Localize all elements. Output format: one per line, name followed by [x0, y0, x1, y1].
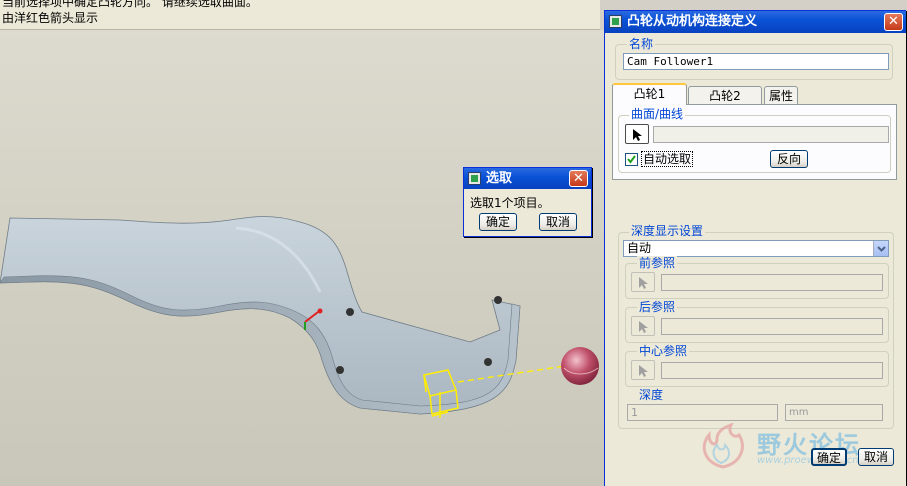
- axis-dot: [317, 308, 323, 314]
- depth-mode-select[interactable]: 自动: [623, 240, 889, 257]
- front-ref-select-button[interactable]: [631, 272, 655, 292]
- center-ref-label: 中心参照: [637, 344, 690, 358]
- front-ref-field: [661, 274, 883, 291]
- depth-label: 深度: [637, 388, 666, 402]
- back-ref-select-button[interactable]: [631, 316, 655, 336]
- surface-field: [653, 126, 889, 143]
- follower-ball[interactable]: [561, 347, 599, 385]
- cursor-arrow-icon: [633, 129, 642, 141]
- name-label: 名称: [627, 37, 656, 51]
- chevron-down-icon[interactable]: [873, 241, 888, 256]
- select-ok-button[interactable]: 确定: [479, 213, 517, 231]
- prompt-line-2: 由洋红色箭头显示: [2, 11, 99, 25]
- depth-group-label: 深度显示设置: [629, 224, 706, 238]
- center-ref-select-button[interactable]: [631, 360, 655, 380]
- back-ref-field: [661, 318, 883, 335]
- surface-select-button[interactable]: [625, 124, 649, 144]
- graphics-viewport[interactable]: 选取 ✕ 选取1个项目。 确定 取消: [0, 30, 605, 486]
- main-dialog-title: 凸轮从动机构连接定义: [627, 14, 758, 29]
- window-icon: [468, 172, 481, 185]
- depth-unit-field: mm: [785, 404, 883, 421]
- name-input[interactable]: Cam Follower1: [623, 53, 889, 70]
- mount-hole: [346, 308, 354, 316]
- close-icon[interactable]: ✕: [884, 13, 903, 31]
- reverse-button[interactable]: 反向: [770, 150, 808, 168]
- flame-logo-icon: [702, 423, 744, 469]
- front-ref-label: 前参照: [637, 256, 678, 270]
- select-dialog-title: 选取: [486, 171, 513, 186]
- select-dialog[interactable]: 选取 ✕ 选取1个项目。 确定 取消: [463, 167, 592, 237]
- depth-mode-value: 自动: [627, 241, 652, 255]
- cam-surface: [0, 216, 521, 415]
- cam-model-render[interactable]: [0, 30, 605, 486]
- auto-select-label[interactable]: 自动选取: [641, 151, 694, 167]
- close-icon[interactable]: ✕: [569, 170, 588, 187]
- tab-cam1[interactable]: 凸轮1: [612, 83, 687, 105]
- main-dialog-titlebar[interactable]: 凸轮从动机构连接定义 ✕: [605, 11, 906, 33]
- cursor-arrow-icon: [639, 365, 648, 377]
- message-area: 当前选择项中确定凸轮方向。 请继续选取曲面。 由洋红色箭头显示: [0, 0, 600, 30]
- tab-properties[interactable]: 属性: [764, 86, 798, 105]
- main-cancel-button[interactable]: 取消: [858, 448, 894, 466]
- mount-hole: [494, 296, 502, 304]
- select-dialog-message: 选取1个项目。: [470, 196, 550, 210]
- window-icon: [609, 15, 622, 28]
- depth-value-field: 1: [627, 404, 778, 421]
- cursor-arrow-icon: [639, 321, 648, 333]
- select-dialog-titlebar[interactable]: 选取 ✕: [464, 168, 591, 189]
- cursor-arrow-icon: [639, 277, 648, 289]
- auto-select-checkbox[interactable]: [625, 153, 638, 166]
- checkmark-icon: [627, 155, 636, 164]
- mount-hole: [336, 366, 344, 374]
- tab-cam2[interactable]: 凸轮2: [688, 86, 762, 105]
- cam-follower-dialog[interactable]: 凸轮从动机构连接定义 ✕ 名称 Cam Follower1 凸轮1 凸轮2 属性…: [604, 10, 906, 486]
- surface-group-label: 曲面/曲线: [629, 107, 686, 121]
- center-ref-field: [661, 362, 883, 379]
- back-ref-label: 后参照: [637, 300, 678, 314]
- select-cancel-button[interactable]: 取消: [539, 213, 577, 231]
- mount-hole: [484, 358, 492, 366]
- main-ok-button[interactable]: 确定: [811, 448, 847, 466]
